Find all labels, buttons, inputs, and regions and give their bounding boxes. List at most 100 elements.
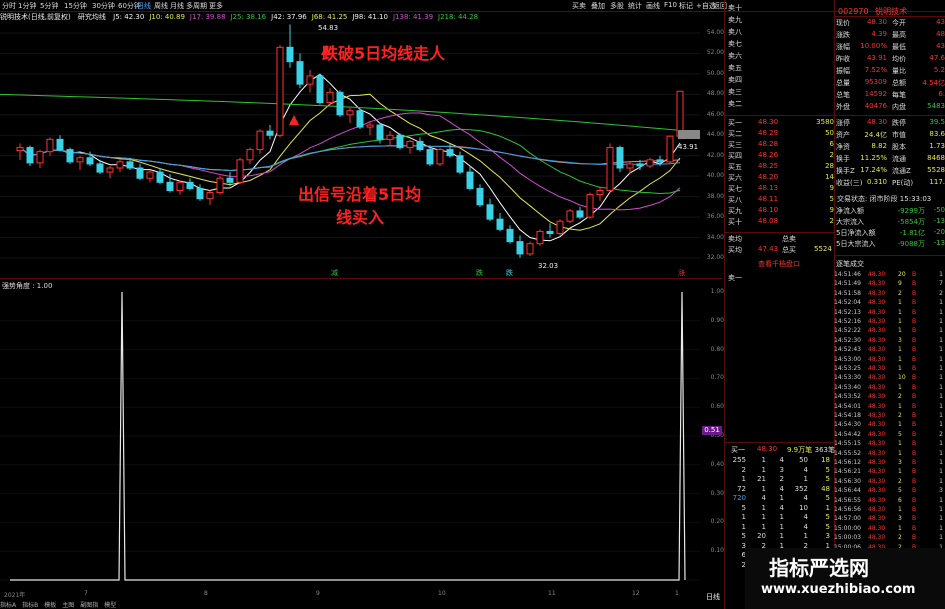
last-price-tag [678, 130, 700, 139]
status-item[interactable]: 模型 [104, 602, 116, 609]
toolbar-button-1[interactable]: 叠加 [591, 1, 605, 11]
tab-3[interactable]: 15分钟 [64, 1, 87, 11]
quote-label: 总笔 [836, 91, 850, 99]
tape-side: B [912, 346, 917, 354]
candle-body [576, 210, 584, 218]
quote-label: 总量 [836, 79, 850, 87]
book-divider [724, 232, 834, 233]
candle-body [566, 210, 574, 222]
tape-count: 1 [939, 299, 943, 307]
tape-volume: 5 [898, 487, 902, 495]
tab-7[interactable]: 周线 [154, 1, 168, 11]
toolbar-button-0[interactable]: 买卖 [572, 1, 586, 11]
quote-label: 资产 [836, 131, 850, 139]
candle-body [466, 171, 474, 189]
queue-cell: 4 [803, 513, 808, 521]
tape-side: B [912, 365, 917, 372]
buy-level[interactable]: 买九 48.10 9 [728, 206, 834, 215]
tape-price: 48.30 [868, 477, 886, 485]
sell-level: 卖八 [728, 27, 834, 36]
flow-pct: -13 [933, 239, 945, 247]
candle-body [266, 130, 274, 136]
candle-body [246, 149, 254, 161]
buy-level-label: 买五 [728, 163, 742, 171]
buy-level[interactable]: 买七 48.13 9 [728, 184, 834, 193]
tape-title[interactable]: 逐笔成交 [836, 259, 864, 269]
candle-body [36, 151, 44, 164]
buy-level[interactable]: 买二 48.29 50 [728, 129, 834, 138]
status-item[interactable]: 指标A [0, 602, 16, 609]
candle-body [406, 140, 414, 149]
buy-level[interactable]: 买三 48.28 6 [728, 140, 834, 149]
candle-body [646, 159, 654, 167]
tape-row: 14:54:18 48.30 2 B 1 [834, 412, 945, 421]
tape-side: B [912, 336, 917, 344]
tape-volume: 3 [898, 515, 902, 523]
tab-4[interactable]: 30分钟 [92, 1, 115, 11]
tape-side: B [912, 534, 917, 542]
quote-label: 振幅 [836, 67, 850, 75]
oscillator-chart[interactable] [0, 288, 700, 586]
buy-level-label: 买七 [728, 185, 742, 193]
queue-cell: 4 [803, 494, 808, 502]
tab-1[interactable]: 1分钟 [18, 1, 36, 11]
buy-level[interactable]: 买五 48.25 28 [728, 162, 834, 171]
flow-row: 净流入额 -9299万 -50 [836, 206, 945, 217]
stock-name: 锐明技术 [875, 7, 908, 16]
tab-8[interactable]: 月线 [170, 1, 184, 11]
status-item[interactable]: 指标B [22, 602, 38, 609]
buy-level-price: 48.28 [758, 140, 779, 148]
price-tick: 48.00 [706, 90, 724, 98]
queue-cell: 48 [821, 484, 830, 493]
tape-volume: 1 [898, 402, 902, 410]
queue-cell: 4 [803, 465, 808, 474]
tab-9[interactable]: 多周期 [186, 1, 207, 11]
tape-volume: 3 [898, 336, 902, 344]
sell-level-label: 卖五 [728, 64, 742, 72]
toolbar-button-4[interactable]: 画线 [646, 1, 660, 11]
watermark: 指标严选网 www.xuezhibiao.com [745, 548, 945, 609]
candle-body [206, 192, 214, 200]
buy-level[interactable]: 买一 48.30 3580 [728, 118, 834, 127]
queue-cell: 255 [732, 456, 746, 464]
ma-legend: 锐明技术(日线,前复权) 研究均线 J5: 42.30 J10: 40.89 J17… [0, 12, 722, 23]
buy-level[interactable]: 买四 48.26 2 [728, 151, 834, 160]
study-name[interactable]: 研究均线 [78, 13, 106, 21]
tape-row: 14:54:42 48.30 5 B 2 [834, 431, 945, 440]
toolbar-button-6[interactable]: 标记 [679, 1, 693, 11]
tab-2[interactable]: 5分钟 [40, 1, 58, 11]
status-item[interactable]: 副图指 [80, 602, 98, 609]
tab-6[interactable]: 日线 [137, 1, 151, 11]
tape-volume: 1 [898, 524, 902, 532]
up-triangle-icon [289, 115, 299, 125]
low-label: 32.03 [538, 262, 559, 270]
toolbar-button-3[interactable]: 统计 [628, 1, 642, 11]
bq-price: 48.30 [757, 445, 778, 453]
tape-count: 1 [939, 365, 943, 372]
buy-level[interactable]: 买六 48.20 14 [728, 173, 834, 182]
tape-price: 48.30 [868, 468, 886, 476]
view-book-button[interactable]: 查看千档盘口 [758, 259, 834, 269]
flow-pct: -13 [933, 217, 945, 225]
quote-label: 跌停 [892, 119, 906, 127]
buy-level[interactable]: 买八 48.11 5 [728, 195, 834, 204]
tape-side: B [912, 449, 917, 457]
buy-level-label: 买六 [728, 174, 742, 182]
candle-body [456, 155, 464, 173]
status-item[interactable]: 模板 [44, 602, 56, 609]
tab-10[interactable]: 更多 [209, 1, 223, 11]
trade-status: 交易状态: 闭市阶段 15:33:03 [837, 195, 932, 203]
queue-row: 5 20 1 1 3 [730, 532, 834, 541]
tape-volume: 2 [898, 412, 902, 419]
toolbar-button-2[interactable]: 多股 [610, 1, 624, 11]
tape-row: 14:53:00 48.30 1 B 1 [834, 356, 945, 365]
tape-row: 14:51:49 48.30 9 B 7 [834, 280, 945, 289]
tape-count: 1 [939, 327, 943, 335]
status-item[interactable]: 主图 [62, 602, 74, 609]
tab-0[interactable]: 分时 [2, 1, 16, 11]
tape-time: 14:56:44 [834, 487, 861, 495]
high-label: 54.83 [318, 24, 339, 32]
buy-level-price: 48.20 [758, 173, 779, 181]
buy-level[interactable]: 买十 48.08 2 [728, 217, 834, 226]
toolbar-button-5[interactable]: F10 [664, 1, 677, 9]
